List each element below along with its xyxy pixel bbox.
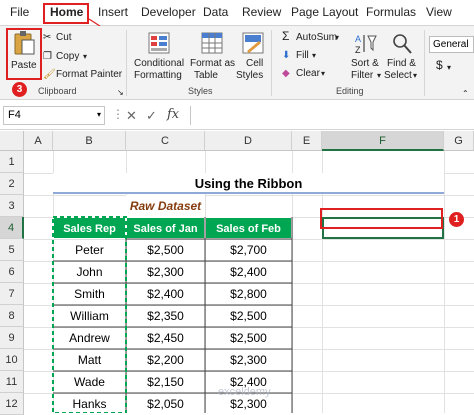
exceldemy-watermark: exceldemy — [218, 386, 271, 398]
watermark-text: exceldemy — [218, 386, 271, 398]
table-border-overlay — [52, 216, 293, 413]
callout-badge-1: 1 — [449, 212, 464, 227]
copy-marquee — [52, 216, 127, 413]
table-borders — [53, 217, 293, 413]
selected-cell-highlight — [320, 208, 443, 229]
